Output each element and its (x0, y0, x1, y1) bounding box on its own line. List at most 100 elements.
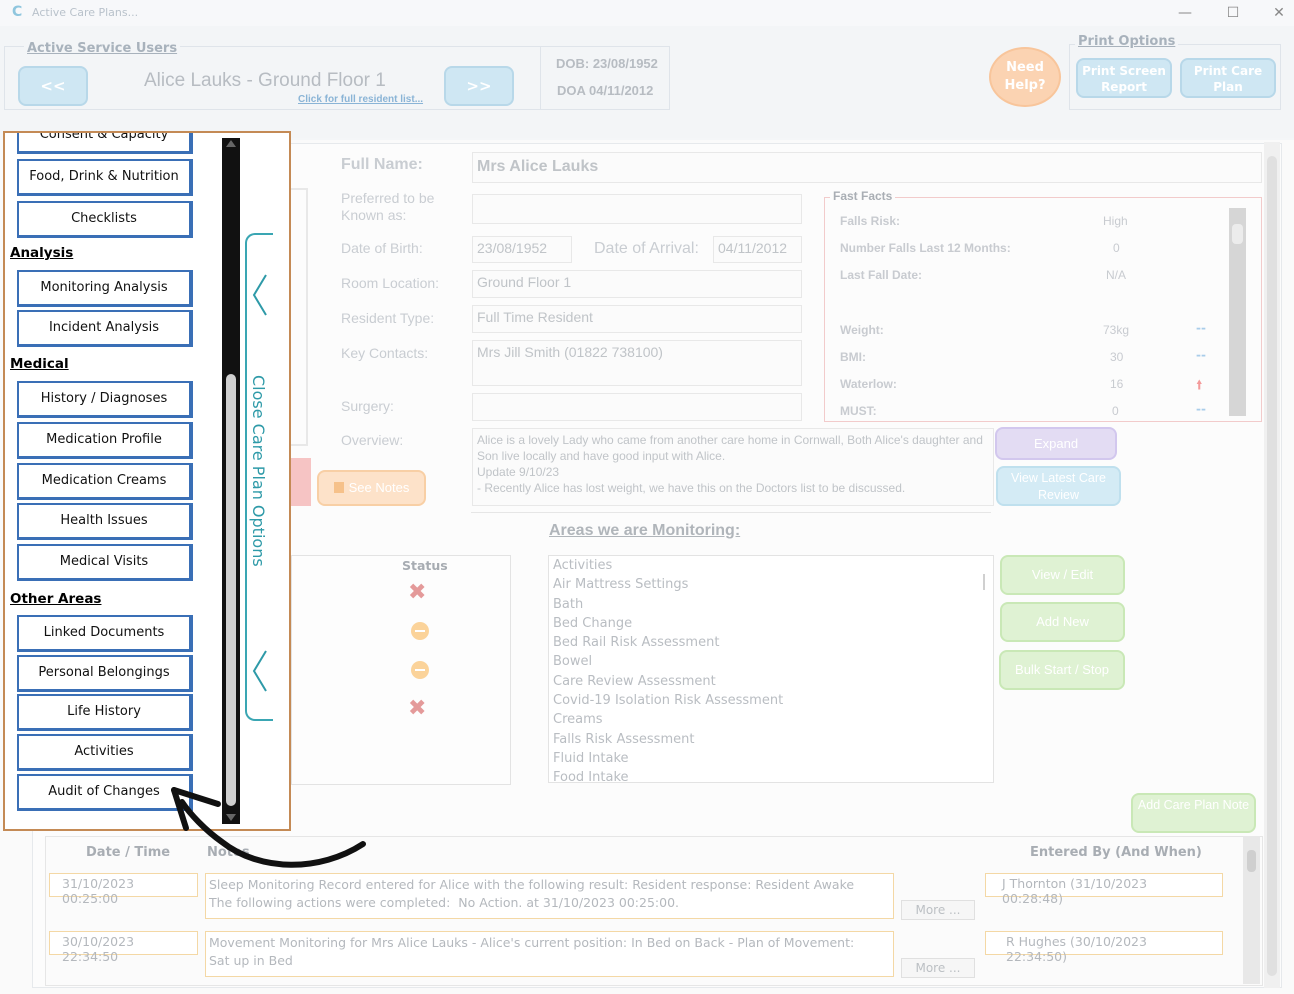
last-fall-label: Last Fall Date: (840, 268, 923, 282)
surgery-field[interactable] (472, 393, 802, 421)
print-care-plan-button[interactable]: Print Care Plan (1180, 58, 1276, 98)
chevron-left-icon (252, 274, 267, 316)
resident-name: Alice Lauks - Ground Floor 1 (144, 70, 386, 91)
fast-facts-scroll-thumb[interactable] (1232, 224, 1243, 244)
waterlow-up-arrow-icon: 🠙 (1196, 378, 1203, 393)
weight-trend-icon: -- (1196, 321, 1206, 335)
col-date-header: Date / Time (86, 845, 171, 860)
need-help-button[interactable]: Need Help? (989, 47, 1061, 107)
see-notes-label: See Notes (348, 480, 410, 495)
resident-type-field[interactable]: Full Time Resident (472, 305, 802, 333)
active-users-legend[interactable]: Active Service Users (24, 41, 181, 56)
notes-scrollbar[interactable] (1243, 836, 1260, 984)
print-screen-report-button[interactable]: Print Screen Report (1076, 58, 1172, 98)
sidebar-item-consent-capacity[interactable]: Consent & Capacity (17, 133, 193, 154)
arrival-field[interactable]: 04/11/2012 (713, 236, 802, 263)
sidebar-item-health-issues[interactable]: Health Issues (17, 503, 193, 540)
sidebar-scroll-thumb[interactable] (226, 374, 236, 806)
status-cross-icon: ✖ (408, 696, 427, 721)
list-item[interactable]: Covid-19 Isolation Risk Assessment (553, 691, 989, 710)
previous-resident-button[interactable]: << (18, 66, 88, 106)
falls-count-value: 0 (1113, 241, 1120, 255)
weight-label: Weight: (840, 323, 884, 337)
bmi-trend-icon: -- (1196, 348, 1206, 362)
status-cross-icon: ✖ (408, 580, 427, 605)
list-item[interactable]: Creams (553, 710, 989, 729)
fast-facts-scrollbar[interactable] (1229, 208, 1246, 416)
resident-photo (291, 188, 308, 446)
status-pending-icon (411, 661, 429, 679)
list-item[interactable]: Activities (553, 556, 989, 575)
sidebar-item-personal-belongings[interactable]: Personal Belongings (17, 655, 193, 692)
sidebar-heading-analysis: Analysis (10, 245, 74, 261)
divider (540, 46, 541, 110)
sidebar-item-life-history[interactable]: Life History (17, 694, 193, 731)
sidebar-item-checklists[interactable]: Checklists (17, 201, 193, 238)
last-fall-value: N/A (1106, 268, 1127, 282)
list-item[interactable]: Care Review Assessment (553, 672, 989, 691)
dob-field[interactable]: 23/08/1952 (472, 236, 572, 263)
close-care-plan-options-tab[interactable]: Close Care Plan Options (245, 233, 273, 721)
waterlow-value: 16 (1110, 377, 1124, 391)
close-icon[interactable]: ✕ (1264, 3, 1294, 23)
sidebar-item-monitoring-analysis[interactable]: Monitoring Analysis (17, 270, 193, 307)
monitoring-scroll-thumb[interactable] (983, 574, 985, 590)
monitoring-title: Areas we are Monitoring: (549, 522, 741, 539)
list-item[interactable]: Bed Rail Risk Assessment (553, 633, 989, 652)
sidebar-item-incident-analysis[interactable]: Incident Analysis (17, 310, 193, 347)
list-item[interactable]: Bowel (553, 652, 989, 671)
main-scrollbar-thumb[interactable] (1267, 156, 1277, 976)
waterlow-label: Waterlow: (840, 377, 897, 391)
view-latest-care-review-button[interactable]: View Latest Care Review (996, 466, 1121, 506)
more-button[interactable]: More ... (901, 900, 975, 920)
chevron-left-icon (252, 650, 267, 692)
fast-facts-legend: Fast Facts (830, 189, 896, 203)
must-label: MUST: (840, 404, 877, 418)
sidebar-item-food-drink-nutrition[interactable]: Food, Drink & Nutrition (17, 159, 193, 196)
close-care-plan-options-label: Close Care Plan Options (249, 375, 268, 567)
add-care-plan-note-button[interactable]: Add Care Plan Note (1131, 793, 1256, 833)
list-item[interactable]: Food Intake (553, 768, 989, 782)
resident-list-link[interactable]: Click for full resident list... (298, 94, 423, 105)
maximize-icon[interactable]: ☐ (1218, 3, 1248, 23)
add-new-button[interactable]: Add New (1000, 602, 1125, 642)
sidebar-scrollbar[interactable] (222, 138, 240, 824)
list-item[interactable]: Bath (553, 595, 989, 614)
need-help-label: Need Help? (1004, 60, 1046, 93)
resident-type-label: Resident Type: (341, 310, 435, 326)
sidebar-item-activities[interactable]: Activities (17, 734, 193, 771)
sidebar-item-medical-visits[interactable]: Medical Visits (17, 544, 193, 581)
notes-scroll-thumb[interactable] (1247, 850, 1256, 872)
bmi-value: 30 (1110, 350, 1124, 364)
scroll-up-arrow-icon[interactable] (226, 140, 236, 147)
header: Active Service Users << Alice Lauks - Gr… (0, 26, 1294, 138)
see-notes-button[interactable]: See Notes (317, 470, 426, 506)
next-resident-button[interactable]: >> (444, 66, 514, 106)
minimize-icon[interactable]: — (1170, 3, 1200, 23)
list-item[interactable]: Fluid Intake (553, 749, 989, 768)
window-title: Active Care Plans... (32, 6, 139, 19)
room-field[interactable]: Ground Floor 1 (472, 270, 802, 298)
monitoring-list[interactable]: Activities Air Mattress Settings Bath Be… (548, 555, 994, 783)
bulk-start-stop-button[interactable]: Bulk Start / Stop (999, 650, 1125, 690)
list-item[interactable]: Air Mattress Settings (553, 575, 989, 594)
view-edit-button[interactable]: View / Edit (1000, 555, 1125, 595)
sidebar-item-linked-documents[interactable]: Linked Documents (17, 615, 193, 652)
full-name-field[interactable]: Mrs Alice Lauks (472, 152, 1262, 183)
sidebar-item-history-diagnoses[interactable]: History / Diagnoses (17, 381, 193, 418)
more-button[interactable]: More ... (901, 958, 975, 978)
dob-label: Date of Birth: (341, 240, 423, 256)
sidebar-item-medication-creams[interactable]: Medication Creams (17, 463, 193, 500)
list-item[interactable]: Bed Change (553, 614, 989, 633)
status-panel (291, 555, 511, 785)
expand-button[interactable]: Expand (995, 427, 1117, 460)
list-item[interactable]: Falls Risk Assessment (553, 730, 989, 749)
key-contacts-field[interactable]: Mrs Jill Smith (01822 738100) (472, 340, 802, 386)
overview-field[interactable]: Alice is a lovely Lady who came from ano… (472, 428, 994, 506)
header-dob: DOB: 23/08/1952 (556, 56, 658, 71)
falls-risk-label: Falls Risk: (840, 214, 901, 228)
preferred-name-field[interactable] (472, 194, 802, 224)
header-doa: DOA 04/11/2012 (557, 83, 654, 98)
status-pending-icon (411, 622, 429, 640)
sidebar-item-medication-profile[interactable]: Medication Profile (17, 422, 193, 459)
